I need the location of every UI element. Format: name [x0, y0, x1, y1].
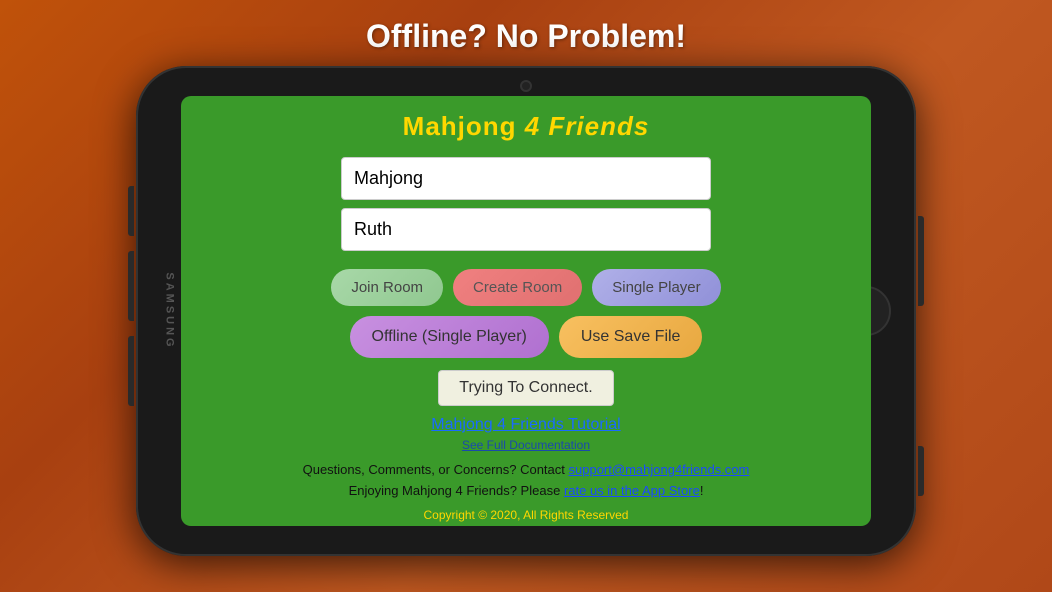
- single-player-button[interactable]: Single Player: [592, 269, 720, 306]
- create-room-button[interactable]: Create Room: [453, 269, 582, 306]
- right-button-bottom[interactable]: [918, 446, 924, 496]
- phone-body: SAMSUNG Mahjong 4 Friends Join Room Crea…: [136, 66, 916, 556]
- game-name-input[interactable]: [341, 157, 711, 200]
- tutorial-link[interactable]: Mahjong 4 Friends Tutorial: [431, 416, 620, 434]
- volume-up-button[interactable]: [128, 186, 134, 236]
- rate-link[interactable]: rate us in the App Store: [564, 483, 700, 498]
- exclamation: !: [700, 483, 704, 498]
- enjoy-info: Enjoying Mahjong 4 Friends? Please rate …: [349, 483, 704, 498]
- power-button[interactable]: [918, 216, 924, 306]
- brand-label: SAMSUNG: [164, 272, 176, 349]
- use-save-file-button[interactable]: Use Save File: [559, 316, 703, 358]
- front-camera: [520, 80, 532, 92]
- action-buttons-row2: Offline (Single Player) Use Save File: [350, 316, 703, 358]
- contact-info: Questions, Comments, or Concerns? Contac…: [303, 462, 750, 477]
- app-title-part2: 4 Friends: [525, 111, 650, 141]
- documentation-link[interactable]: See Full Documentation: [462, 438, 590, 452]
- volume-down-button-top[interactable]: [128, 251, 134, 321]
- volume-down-button-bottom[interactable]: [128, 336, 134, 406]
- join-room-button[interactable]: Join Room: [331, 269, 443, 306]
- enjoy-text: Enjoying Mahjong 4 Friends? Please: [349, 483, 561, 498]
- status-message: Trying To Connect.: [438, 370, 613, 406]
- app-title-part1: Mahjong: [403, 111, 525, 141]
- app-title: Mahjong 4 Friends: [403, 111, 650, 142]
- action-buttons-row1: Join Room Create Room Single Player: [331, 269, 720, 306]
- contact-text: Questions, Comments, or Concerns? Contac…: [303, 462, 565, 477]
- contact-email[interactable]: support@mahjong4friends.com: [569, 462, 750, 477]
- copyright-notice: Copyright © 2020, All Rights Reserved: [424, 508, 629, 522]
- offline-single-player-button[interactable]: Offline (Single Player): [350, 316, 549, 358]
- phone-screen: Mahjong 4 Friends Join Room Create Room …: [181, 96, 871, 526]
- page-title: Offline? No Problem!: [366, 18, 686, 55]
- player-name-input[interactable]: [341, 208, 711, 251]
